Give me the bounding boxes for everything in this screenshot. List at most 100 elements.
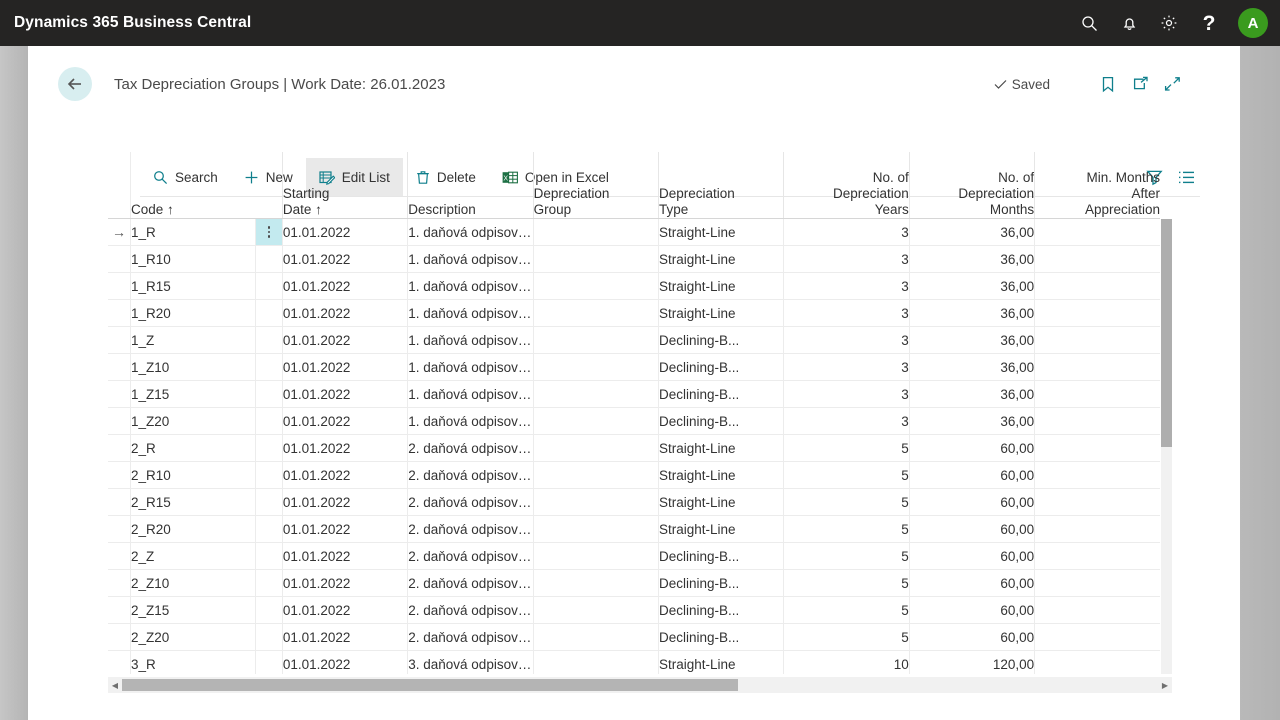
back-button[interactable] xyxy=(58,67,92,101)
cell-no-of-depreciation-months[interactable]: 60,00 xyxy=(909,623,1036,651)
list-view-icon[interactable] xyxy=(1170,162,1202,192)
cell-no-of-depreciation-months[interactable]: 36,00 xyxy=(909,218,1036,246)
cell-depreciation-group[interactable] xyxy=(533,326,660,354)
cell-depreciation-type[interactable]: Straight-Line xyxy=(658,245,785,273)
cell-no-of-depreciation-months[interactable]: 36,00 xyxy=(909,272,1036,300)
column-header-depreciation-group[interactable]: Depreciation Group xyxy=(532,152,659,219)
cell-depreciation-type[interactable]: Declining-B... xyxy=(658,569,785,597)
cell-no-of-depreciation-years[interactable]: 3 xyxy=(783,299,910,327)
cell-min-months-after-appreciation[interactable] xyxy=(1034,488,1160,516)
cell-min-months-after-appreciation[interactable] xyxy=(1034,272,1160,300)
column-header-starting-date[interactable]: Starting Date ↑ xyxy=(281,152,408,219)
cell-code[interactable]: 2_Z10 xyxy=(130,569,257,597)
cell-code[interactable]: 1_R15 xyxy=(130,272,257,300)
cell-code[interactable]: 1_Z20 xyxy=(130,407,257,435)
table-row[interactable]: 2_Z10 01.01.20222. daňová odpisová skupin… xyxy=(108,569,1160,597)
cell-description[interactable]: 3. daňová odpisová skupina - rovnoměrný … xyxy=(407,650,534,674)
cell-min-months-after-appreciation[interactable] xyxy=(1034,407,1160,435)
cell-no-of-depreciation-years[interactable]: 5 xyxy=(783,488,910,516)
cell-min-months-after-appreciation[interactable] xyxy=(1034,218,1160,246)
cell-no-of-depreciation-months[interactable]: 60,00 xyxy=(909,596,1036,624)
cell-description[interactable]: 2. daňová odpisová skupina - zrychlený o… xyxy=(407,596,534,624)
cell-depreciation-type[interactable]: Straight-Line xyxy=(658,218,785,246)
column-header-min-months-after-appreciation[interactable]: Min. Months After Appreciation xyxy=(1034,152,1160,219)
column-header-no-of-depreciation-years[interactable]: No. of Depreciation Years xyxy=(783,152,910,219)
cell-depreciation-type[interactable]: Declining-B... xyxy=(658,623,785,651)
cell-depreciation-group[interactable] xyxy=(533,434,660,462)
cell-depreciation-group[interactable] xyxy=(533,353,660,381)
cell-no-of-depreciation-months[interactable]: 60,00 xyxy=(909,515,1036,543)
horizontal-scrollbar[interactable]: ◀ ▶ xyxy=(108,677,1172,693)
row-menu-cell[interactable] xyxy=(255,218,283,246)
cell-depreciation-type[interactable]: Straight-Line xyxy=(658,299,785,327)
cell-depreciation-type[interactable]: Straight-Line xyxy=(658,515,785,543)
search-icon[interactable] xyxy=(1072,6,1106,40)
cell-description[interactable]: 2. daňová odpisová skupina - rovnoměrný … xyxy=(407,488,534,516)
cell-depreciation-group[interactable] xyxy=(533,596,660,624)
cell-description[interactable]: 2. daňová odpisová skupina - zrychlený o… xyxy=(407,542,534,570)
horizontal-scrollbar-thumb[interactable] xyxy=(122,679,738,691)
cell-min-months-after-appreciation[interactable] xyxy=(1034,623,1160,651)
cell-description[interactable]: 1. daňová odpisová skupina - zrychlený o… xyxy=(407,353,534,381)
cell-no-of-depreciation-months[interactable]: 60,00 xyxy=(909,569,1036,597)
cell-no-of-depreciation-years[interactable]: 5 xyxy=(783,623,910,651)
table-row[interactable]: 2_R20 01.01.20222. daňová odpisová skupin… xyxy=(108,515,1160,543)
cell-no-of-depreciation-years[interactable]: 5 xyxy=(783,542,910,570)
scroll-left-arrow-icon[interactable]: ◀ xyxy=(108,677,122,693)
cell-min-months-after-appreciation[interactable] xyxy=(1034,650,1160,674)
cell-description[interactable]: 1. daňová odpisová skupina - zrychlený o… xyxy=(407,326,534,354)
cell-starting-date[interactable]: 01.01.2022 xyxy=(282,488,409,516)
cell-code[interactable]: 2_Z xyxy=(130,542,257,570)
cell-min-months-after-appreciation[interactable] xyxy=(1034,461,1160,489)
cell-starting-date[interactable]: 01.01.2022 xyxy=(282,299,409,327)
cell-description[interactable]: 2. daňová odpisová skupina - rovnoměrný … xyxy=(407,434,534,462)
cell-description[interactable]: 1. daňová odpisová skupina - rovnoměrný … xyxy=(407,218,534,246)
cell-no-of-depreciation-years[interactable]: 5 xyxy=(783,461,910,489)
cell-starting-date[interactable]: 01.01.2022 xyxy=(282,569,409,597)
cell-depreciation-group[interactable] xyxy=(533,623,660,651)
cell-depreciation-type[interactable]: Straight-Line xyxy=(658,461,785,489)
cell-no-of-depreciation-months[interactable]: 60,00 xyxy=(909,488,1036,516)
cell-no-of-depreciation-months[interactable]: 36,00 xyxy=(909,326,1036,354)
cell-depreciation-type[interactable]: Straight-Line xyxy=(658,434,785,462)
cell-starting-date[interactable]: 01.01.2022 xyxy=(282,515,409,543)
open-in-new-window-icon[interactable] xyxy=(1124,69,1156,99)
table-row[interactable]: 1_Z15 01.01.20221. daňová odpisová skupin… xyxy=(108,380,1160,408)
cell-no-of-depreciation-months[interactable]: 60,00 xyxy=(909,434,1036,462)
vertical-scrollbar[interactable] xyxy=(1161,219,1172,674)
cell-code[interactable]: 1_R xyxy=(130,218,257,246)
cell-starting-date[interactable]: 01.01.2022 xyxy=(282,623,409,651)
table-row[interactable]: 2_Z 01.01.20222. daňová odpisová skupina … xyxy=(108,542,1160,570)
cell-code[interactable]: 1_Z xyxy=(130,326,257,354)
cell-code[interactable]: 1_Z15 xyxy=(130,380,257,408)
table-row[interactable]: 2_R10 01.01.20222. daňová odpisová skupin… xyxy=(108,461,1160,489)
cell-code[interactable]: 2_R20 xyxy=(130,515,257,543)
cell-code[interactable]: 2_Z20 xyxy=(130,623,257,651)
cell-min-months-after-appreciation[interactable] xyxy=(1034,542,1160,570)
cell-depreciation-type[interactable]: Declining-B... xyxy=(658,407,785,435)
cell-no-of-depreciation-years[interactable]: 5 xyxy=(783,515,910,543)
cell-depreciation-group[interactable] xyxy=(533,299,660,327)
avatar[interactable]: A xyxy=(1238,8,1268,38)
collapse-icon[interactable] xyxy=(1156,69,1188,99)
vertical-scrollbar-thumb[interactable] xyxy=(1161,219,1172,447)
cell-no-of-depreciation-years[interactable]: 5 xyxy=(783,569,910,597)
cell-depreciation-type[interactable]: Declining-B... xyxy=(658,542,785,570)
column-header-description[interactable]: Description xyxy=(407,152,534,219)
cell-starting-date[interactable]: 01.01.2022 xyxy=(282,461,409,489)
table-row[interactable]: 1_Z 01.01.20221. daňová odpisová skupina … xyxy=(108,326,1160,354)
cell-depreciation-group[interactable] xyxy=(533,407,660,435)
cell-depreciation-type[interactable]: Declining-B... xyxy=(658,326,785,354)
cell-code[interactable]: 2_R xyxy=(130,434,257,462)
cell-depreciation-type[interactable]: Straight-Line xyxy=(658,272,785,300)
cell-depreciation-type[interactable]: Declining-B... xyxy=(658,596,785,624)
bell-icon[interactable] xyxy=(1112,6,1146,40)
cell-min-months-after-appreciation[interactable] xyxy=(1034,299,1160,327)
cell-starting-date[interactable]: 01.01.2022 xyxy=(282,218,409,246)
cell-no-of-depreciation-years[interactable]: 3 xyxy=(783,245,910,273)
cell-depreciation-group[interactable] xyxy=(533,380,660,408)
cell-no-of-depreciation-years[interactable]: 10 xyxy=(783,650,910,674)
cell-depreciation-type[interactable]: Declining-B... xyxy=(658,353,785,381)
table-row[interactable]: 2_R15 01.01.20222. daňová odpisová skupin… xyxy=(108,488,1160,516)
cell-no-of-depreciation-months[interactable]: 120,00 xyxy=(909,650,1036,674)
